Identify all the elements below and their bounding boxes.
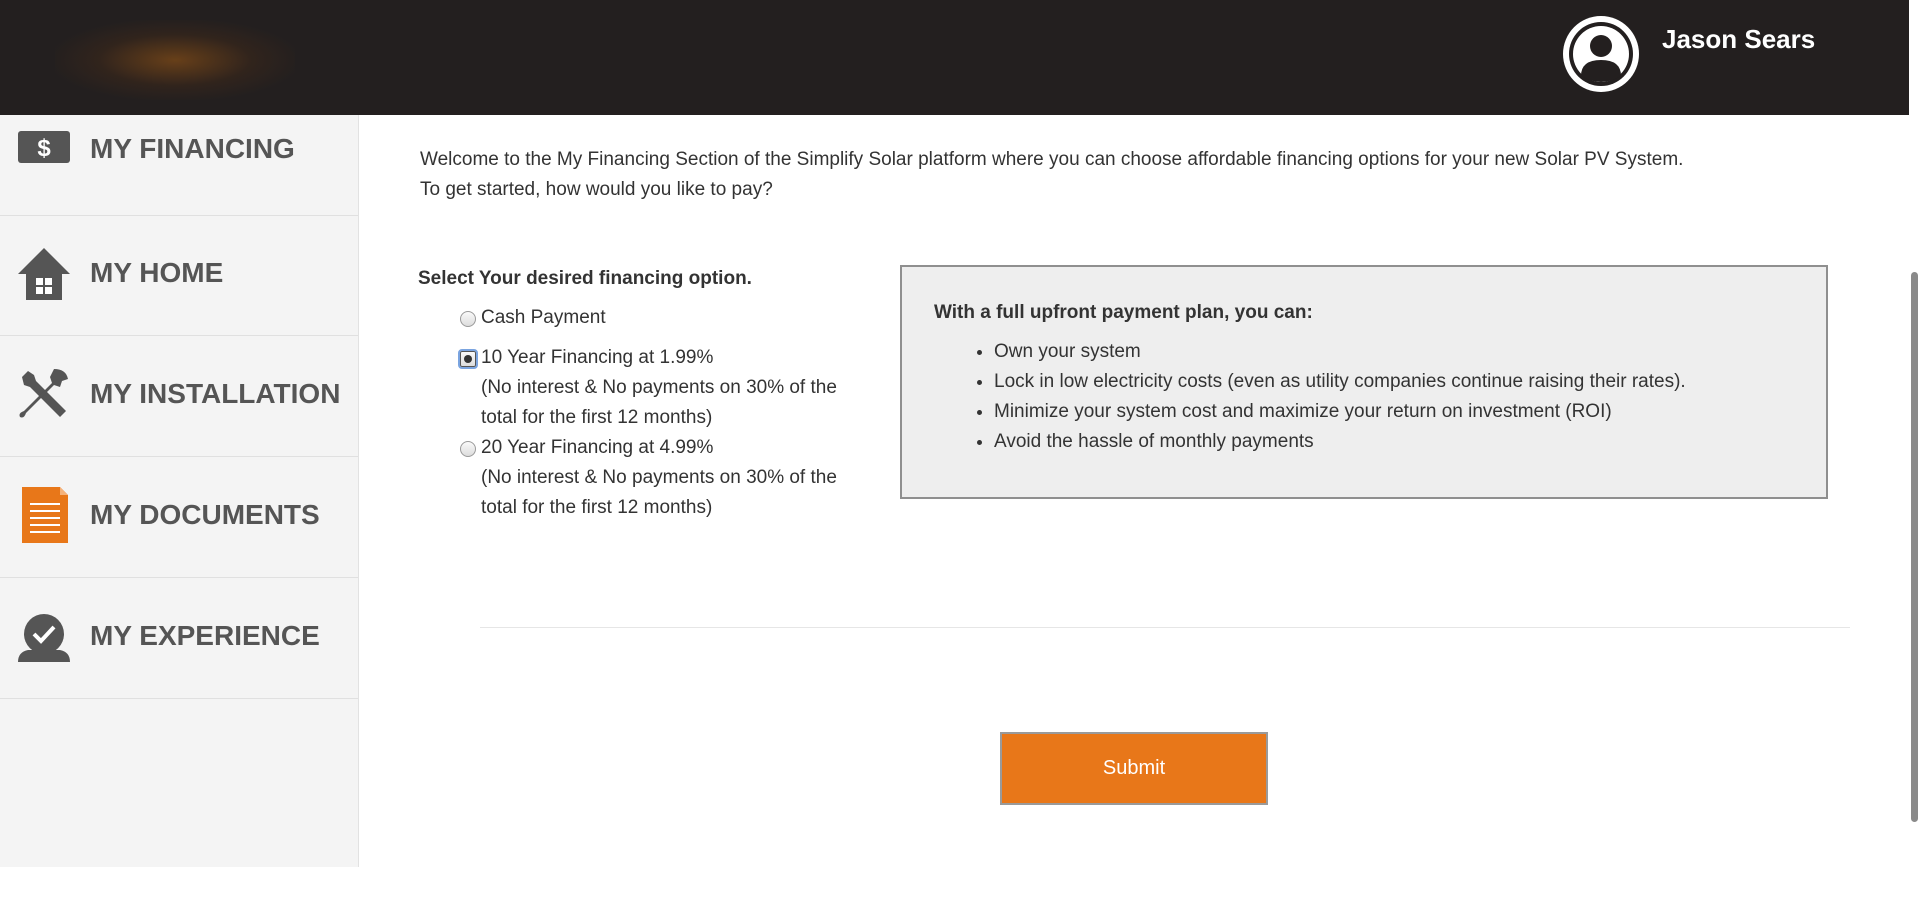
submit-button[interactable]: Submit [1000, 732, 1268, 805]
sidebar-item-documents[interactable]: MY DOCUMENTS [0, 457, 358, 578]
sidebar-item-experience[interactable]: MY EXPERIENCE [0, 578, 358, 699]
intro-question: To get started, how would you like to pa… [420, 179, 773, 200]
tools-icon [14, 365, 74, 425]
option-note: (No interest & No payments on 30% of the… [481, 377, 837, 428]
section-divider [480, 627, 1850, 628]
financing-main-panel: Welcome to the My Financing Section of t… [359, 115, 1909, 867]
checkmark-badge-icon [14, 608, 74, 668]
house-icon [14, 244, 74, 304]
cash-payment-radio[interactable] [460, 311, 476, 327]
20-year-financing-radio[interactable] [460, 441, 476, 457]
option-label[interactable]: Cash Payment [481, 303, 606, 333]
info-box-heading: With a full upfront payment plan, you ca… [934, 302, 1313, 323]
intro-text: Welcome to the My Financing Section of t… [420, 145, 1900, 205]
page-bottom-area [0, 867, 1919, 905]
list-item: Lock in low electricity costs (even as u… [994, 367, 1854, 397]
benefits-list: Own your system Lock in low electricity … [934, 337, 1854, 457]
sidebar-item-label: MY DOCUMENTS [90, 499, 320, 530]
dollar-bill-icon: $ [14, 127, 74, 187]
option-note: (No interest & No payments on 30% of the… [481, 467, 837, 518]
scrollbar-thumb[interactable] [1911, 272, 1918, 822]
intro-line: Welcome to the My Financing Section of t… [420, 149, 1684, 170]
sidebar-item-label: MY FINANCING [90, 133, 295, 164]
list-item: Avoid the hassle of monthly payments [994, 427, 1854, 457]
brand-logo[interactable] [55, 20, 295, 100]
sidebar-item-label: MY EXPERIENCE [90, 620, 320, 651]
sidebar-item-financing[interactable]: $ MY FINANCING [0, 95, 358, 216]
payment-plan-info-box: With a full upfront payment plan, you ca… [900, 265, 1828, 499]
sidebar-item-home[interactable]: MY HOME [0, 215, 358, 336]
10-year-financing-radio[interactable] [458, 349, 478, 369]
option-label[interactable]: 10 Year Financing at 1.99% [481, 343, 713, 373]
sidebar-item-label: MY HOME [90, 257, 224, 288]
sidebar-item-installation[interactable]: MY INSTALLATION [0, 336, 358, 457]
user-name[interactable]: Jason Sears [1662, 24, 1815, 55]
svg-text:$: $ [37, 135, 51, 162]
option-label[interactable]: 20 Year Financing at 4.99% [481, 433, 713, 463]
sidebar-item-label: MY INSTALLATION [90, 378, 341, 409]
document-icon [14, 485, 74, 545]
list-item: Minimize your system cost and maximize y… [994, 397, 1854, 427]
financing-select-heading: Select Your desired financing option. [418, 268, 752, 289]
user-avatar-icon[interactable] [1563, 16, 1639, 92]
page-scrollbar[interactable] [1909, 0, 1919, 867]
list-item: Own your system [994, 337, 1854, 367]
sidebar-nav: $ MY FINANCING MY HOME MY INSTALLATION M… [0, 115, 359, 867]
